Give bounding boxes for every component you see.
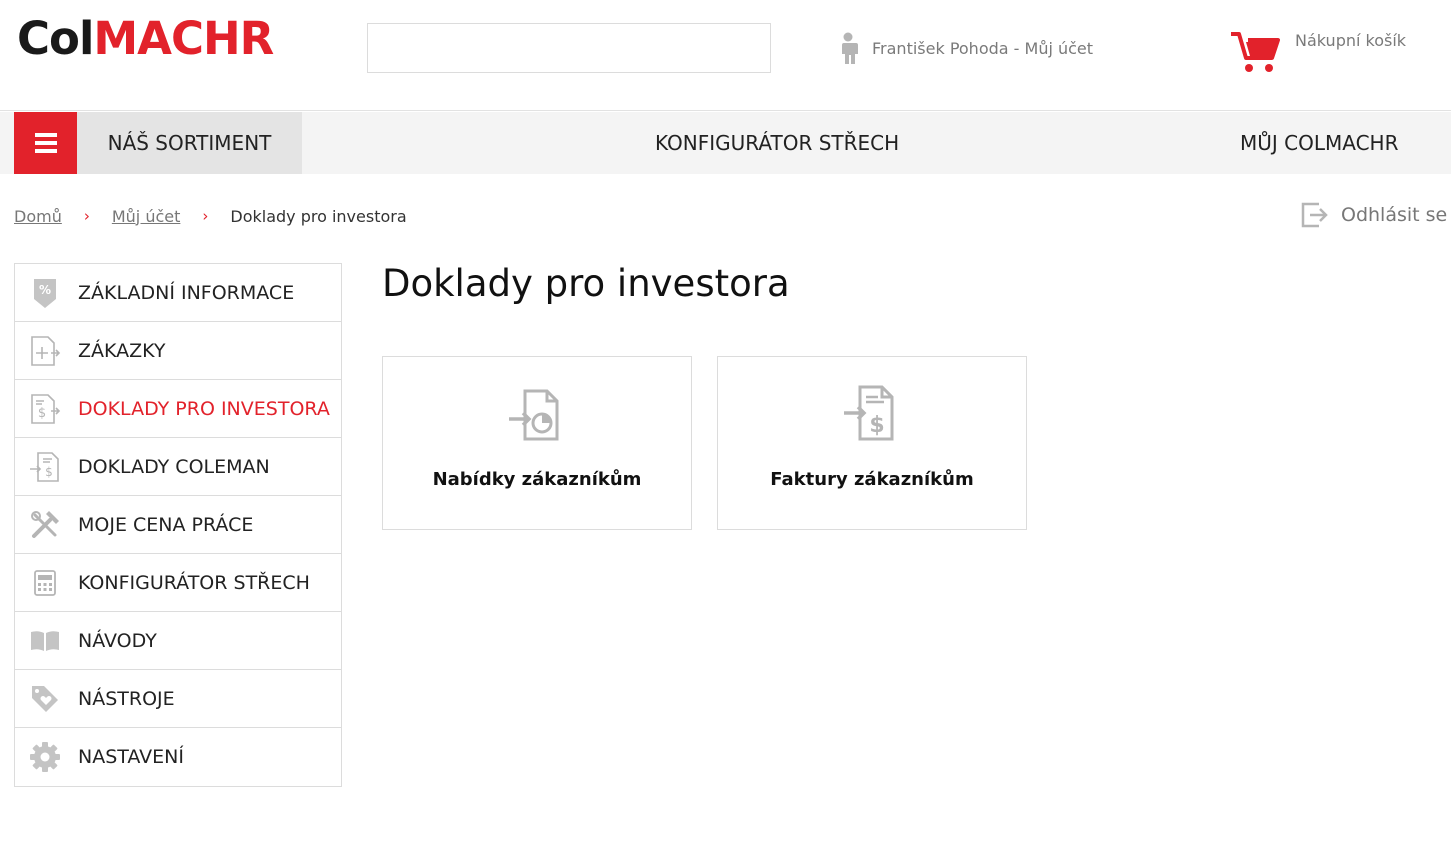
account-sidebar: % ZÁKLADNÍ INFORMACE ZÁKAZKY $ DOKLADY P… [14,263,342,787]
dollar-document-arrow-icon: $ [31,393,61,424]
svg-text:$: $ [38,406,46,421]
percent-tag-icon: % [34,278,56,308]
sidebar-item-label: ZÁKLADNÍ INFORMACE [78,281,295,304]
account-label: František Pohoda - Můj účet [872,38,1094,58]
sidebar-item-label: NÁSTROJE [78,687,175,710]
sidebar-item-label: NASTAVENÍ [78,746,185,768]
tools-icon [31,510,59,538]
sidebar-item-zakladni-informace[interactable]: % ZÁKLADNÍ INFORMACE [15,264,341,322]
logout-link[interactable]: Odhlásit se [1301,200,1447,230]
cart-link[interactable]: Nákupní košík [1230,28,1410,74]
breadcrumb-separator: › [202,207,209,225]
burger-line [34,141,57,145]
sidebar-item-moje-cena-prace[interactable]: MOJE CENA PRÁCE [15,496,341,554]
logout-icon [1301,202,1328,228]
search-input[interactable] [367,23,771,73]
account-link[interactable]: František Pohoda - Můj účet [836,32,1093,64]
sidebar-item-konfigurator-strech[interactable]: KONFIGURÁTOR STŘECH [15,554,341,612]
logo-text-col: Col [17,12,94,65]
card-label: Faktury zákazníkům [770,469,974,490]
tag-heart-icon [32,685,58,712]
burger-line [34,133,57,137]
nav-muj-colmachr[interactable]: MŮJ COLMACHR [1240,112,1399,174]
sidebar-item-label: ZÁKAZKY [78,339,166,362]
breadcrumb-account[interactable]: Můj účet [112,207,181,226]
breadcrumb-current: Doklady pro investora [230,206,407,226]
svg-text:%: % [39,283,51,297]
sidebar-item-navody[interactable]: NÁVODY [15,612,341,670]
sidebar-item-nastaveni[interactable]: NASTAVENÍ [15,728,341,786]
invoice-document-icon: $ [844,385,894,441]
sidebar-item-nastroje[interactable]: NÁSTROJE [15,670,341,728]
offer-document-icon [509,389,559,441]
sidebar-item-doklady-coleman[interactable]: $ DOKLADY COLEMAN [15,438,341,496]
gear-icon [30,742,60,772]
burger-line [34,149,57,153]
cart-label: Nákupní košík [1295,31,1407,50]
nav-sortiment[interactable]: NÁŠ SORTIMENT [77,112,302,174]
sidebar-item-zakazky[interactable]: ZÁKAZKY [15,322,341,380]
logout-label: Odhlásit se [1341,204,1448,226]
page-title: Doklady pro investora [382,262,790,305]
sidebar-item-label: KONFIGURÁTOR STŘECH [78,571,310,594]
site-logo[interactable]: ColMACHR [17,12,274,65]
card-nabidky-zakaznikum[interactable]: Nabídky zákazníkům [382,356,692,530]
user-icon [840,32,858,64]
card-faktury-zakaznikum[interactable]: $ Faktury zákazníkům [717,356,1027,530]
card-label: Nabídky zákazníkům [432,469,642,490]
arrow-dollar-document-icon: $ [30,451,59,482]
site-header: ColMACHR František Pohoda - Můj účet Nák… [0,0,1451,111]
sidebar-item-label: DOKLADY PRO INVESTORA [78,397,330,420]
main-nav: NÁŠ SORTIMENT KONFIGURÁTOR STŘECH MŮJ CO… [0,112,1451,174]
calculator-icon [34,569,56,596]
book-icon [31,630,59,651]
svg-text:$: $ [869,413,884,438]
svg-text:$: $ [45,465,53,479]
sidebar-item-label: MOJE CENA PRÁCE [78,513,254,536]
menu-burger-button[interactable] [14,112,77,174]
sidebar-item-doklady-pro-investora[interactable]: $ DOKLADY PRO INVESTORA [15,380,341,438]
sidebar-item-label: NÁVODY [78,629,157,652]
shopping-cart-icon [1231,32,1280,72]
add-document-icon [31,335,61,366]
logo-text-machr: MACHR [93,12,274,65]
sidebar-item-label: DOKLADY COLEMAN [78,455,270,478]
nav-konfigurator[interactable]: KONFIGURÁTOR STŘECH [655,112,899,174]
breadcrumb-home[interactable]: Domů [14,207,62,226]
breadcrumb: Domů › Můj účet › Doklady pro investora [14,205,407,227]
breadcrumb-separator: › [83,207,90,225]
